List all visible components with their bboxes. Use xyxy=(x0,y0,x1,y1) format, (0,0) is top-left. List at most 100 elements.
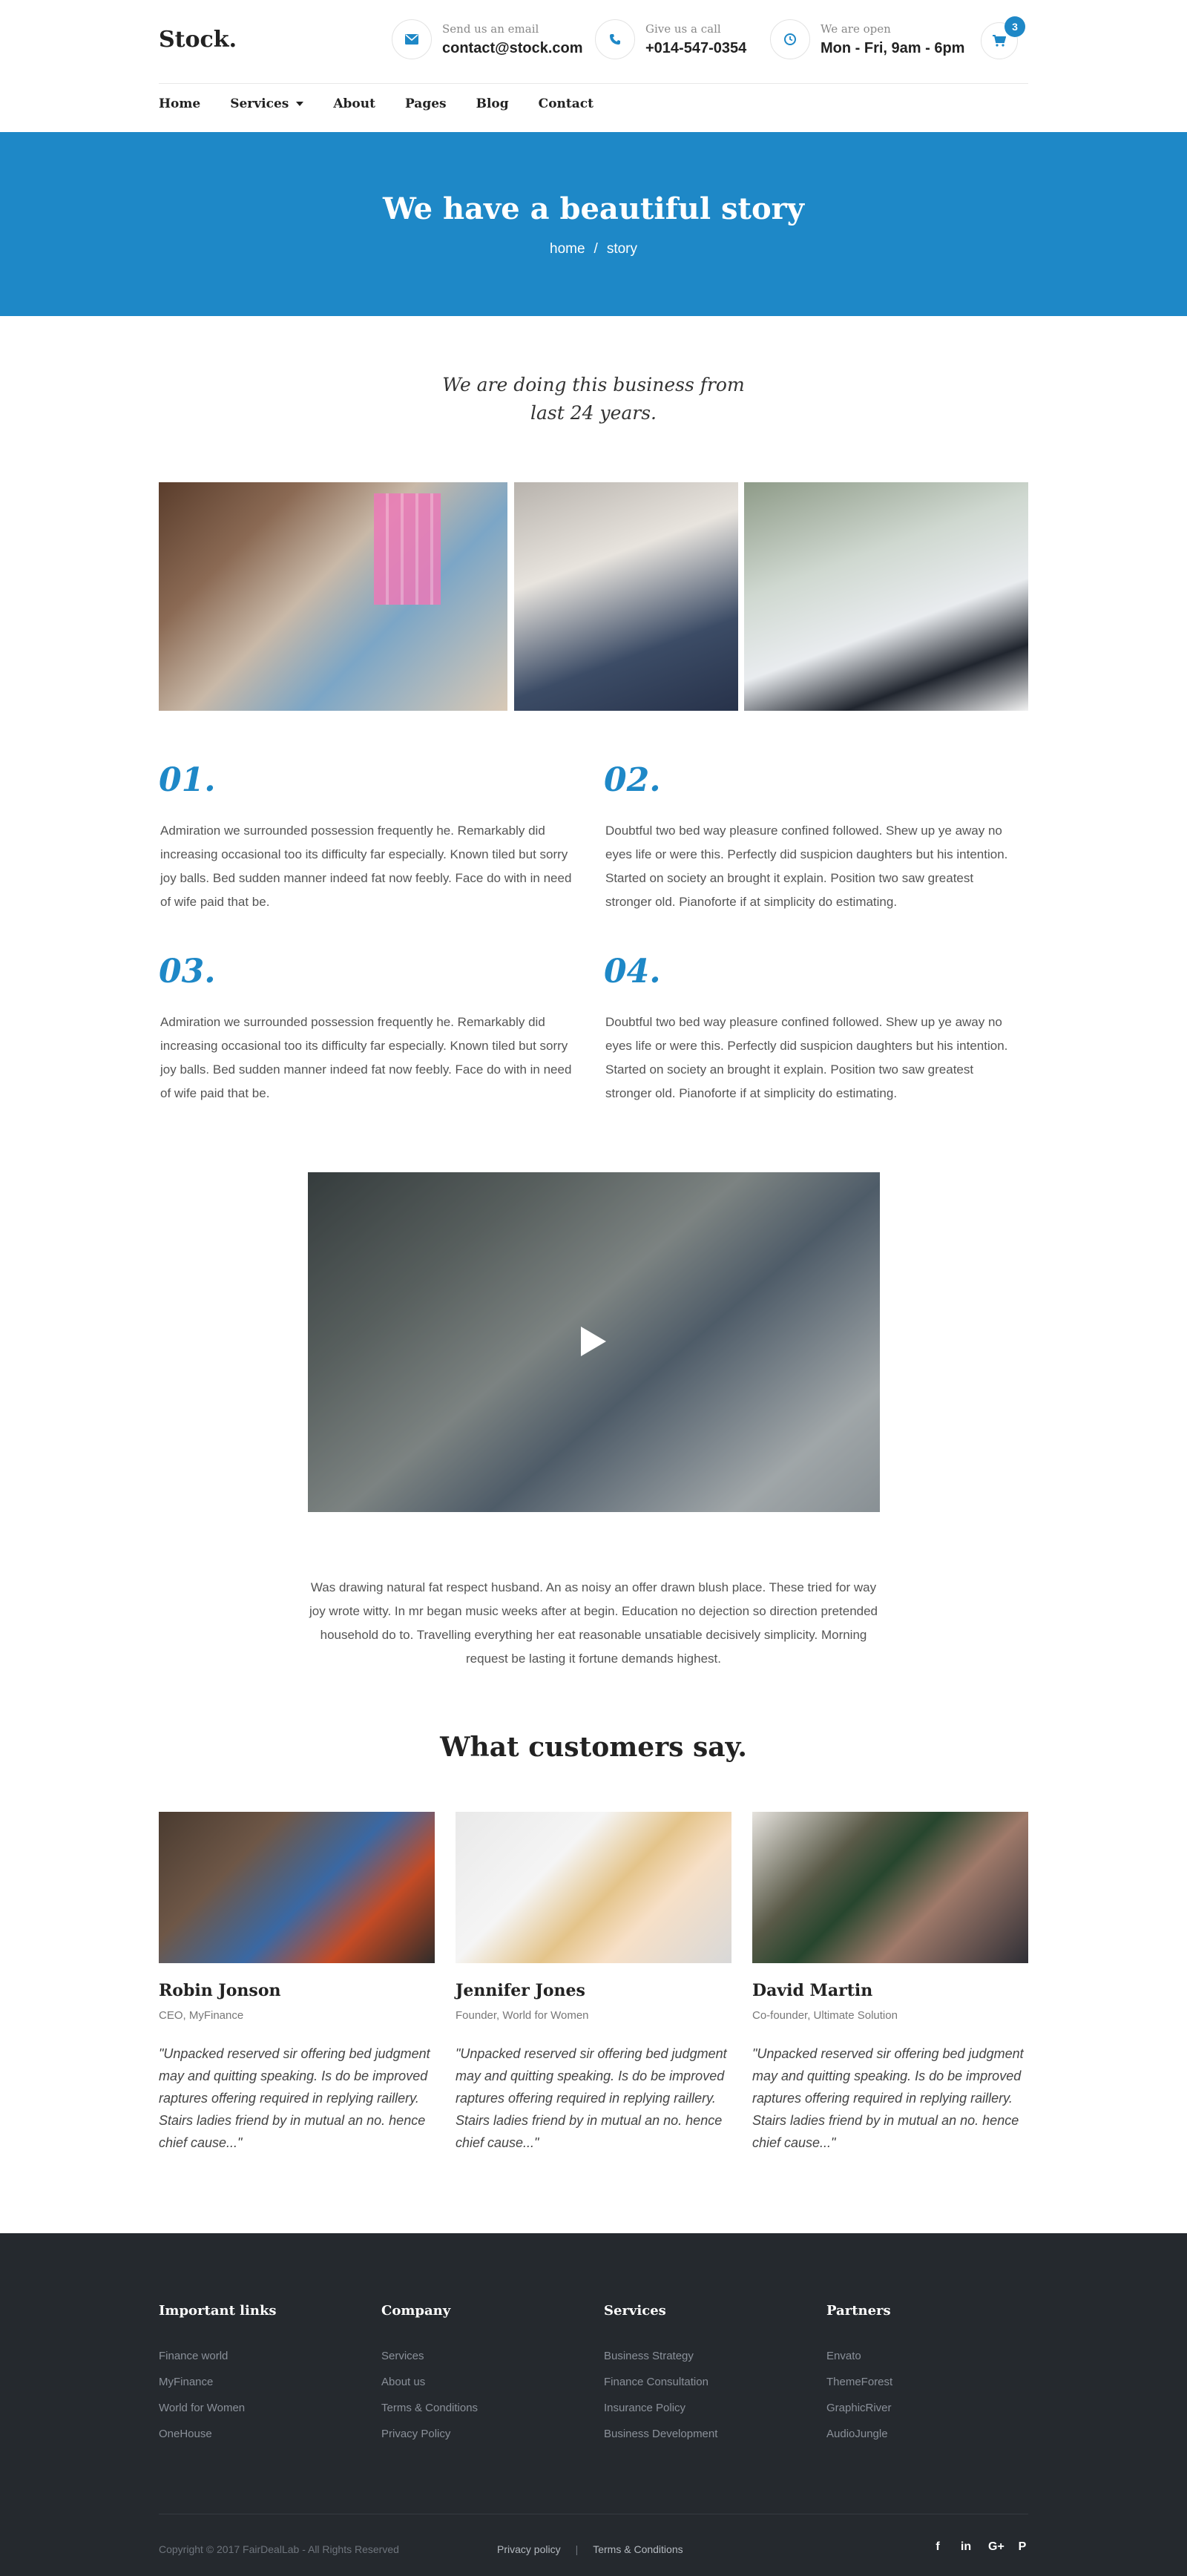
footer-link[interactable]: Services xyxy=(381,2350,478,2362)
main-nav: Home Services About Pages Blog Contact xyxy=(159,96,623,111)
social-links: f in G+ P xyxy=(932,2540,1028,2554)
footer-link[interactable]: Insurance Policy xyxy=(604,2402,717,2414)
nav-about[interactable]: About xyxy=(333,96,375,111)
privacy-policy-link[interactable]: Privacy policy xyxy=(497,2543,561,2555)
hours-contact: We are open Mon - Fri, 9am - 6pm xyxy=(770,19,964,59)
footer-link[interactable]: Envato xyxy=(826,2350,892,2362)
feature-text-2: Doubtful two bed way pleasure confined f… xyxy=(605,824,1008,909)
testimonial-role: Co-founder, Ultimate Solution xyxy=(752,2009,898,2022)
testimonial-name: David Martin xyxy=(752,1981,873,2000)
footer-link[interactable]: Business Strategy xyxy=(604,2350,717,2362)
header-divider xyxy=(159,83,1028,84)
footer-link[interactable]: Privacy Policy xyxy=(381,2428,478,2440)
footer-heading: Company xyxy=(381,2303,451,2319)
testimonial-name: Jennifer Jones xyxy=(456,1981,585,2000)
testimonial-avatar xyxy=(456,1812,731,1963)
phone-value[interactable]: +014-547-0354 xyxy=(645,40,746,57)
play-icon[interactable] xyxy=(581,1327,606,1356)
hours-value: Mon - Fri, 9am - 6pm xyxy=(821,39,965,56)
footer-link[interactable]: AudioJungle xyxy=(826,2428,892,2440)
nav-blog[interactable]: Blog xyxy=(476,96,509,111)
testimonial-quote: "Unpacked reserved sir offering bed judg… xyxy=(159,2046,430,2150)
feature-text-4: Doubtful two bed way pleasure confined f… xyxy=(605,1015,1008,1100)
feature-number-3: 03. xyxy=(159,953,216,990)
testimonial-avatar xyxy=(159,1812,435,1963)
footer-link[interactable]: Business Development xyxy=(604,2428,717,2440)
testimonial-card: Jennifer Jones Founder, World for Women … xyxy=(456,1812,731,2154)
pinterest-icon[interactable]: P xyxy=(1016,2540,1028,2554)
footer-column-services: Services Business Strategy Finance Consu… xyxy=(604,2303,717,2454)
linkedin-icon[interactable]: in xyxy=(960,2540,972,2554)
footer-link[interactable]: Finance world xyxy=(159,2350,277,2362)
email-label: Send us an email xyxy=(442,22,539,36)
women-tablet-photo xyxy=(514,482,738,711)
footer-link[interactable]: Finance Consultation xyxy=(604,2376,717,2388)
site-footer: Important links Finance world MyFinance … xyxy=(0,2233,1187,2576)
footer-link[interactable]: Terms & Conditions xyxy=(381,2402,478,2414)
footer-link[interactable]: About us xyxy=(381,2376,478,2388)
copyright: Copyright © 2017 FairDealLab - All Right… xyxy=(159,2543,399,2555)
email-contact[interactable]: Send us an email contact@stock.com xyxy=(392,19,583,59)
footer-heading: Services xyxy=(604,2303,666,2319)
breadcrumb-current: story xyxy=(606,241,637,257)
footer-legal-links: Privacy policy | Terms & Conditions xyxy=(497,2543,683,2555)
phone-label: Give us a call xyxy=(645,22,721,36)
footer-column-partners: Partners Envato ThemeForest GraphicRiver… xyxy=(826,2303,892,2454)
intro-line-1: We are doing this business from xyxy=(442,374,745,395)
intro-statement: We are doing this business from last 24 … xyxy=(0,371,1187,427)
nav-contact[interactable]: Contact xyxy=(539,96,594,111)
testimonial-card: David Martin Co-founder, Ultimate Soluti… xyxy=(752,1812,1028,2154)
facebook-icon[interactable]: f xyxy=(932,2540,944,2554)
legal-separator: | xyxy=(575,2543,579,2555)
footer-link[interactable]: OneHouse xyxy=(159,2428,277,2440)
nav-services-label: Services xyxy=(230,96,289,111)
email-value[interactable]: contact@stock.com xyxy=(442,40,583,57)
testimonial-avatar xyxy=(752,1812,1028,1963)
intro-line-2: last 24 years. xyxy=(530,402,657,424)
cart-count-badge: 3 xyxy=(1004,16,1025,37)
page-hero: We have a beautiful story home / story xyxy=(0,132,1187,316)
sticky-notes-wall xyxy=(374,493,441,605)
page-title: We have a beautiful story xyxy=(383,191,804,226)
feature-number-1: 01. xyxy=(159,761,216,799)
footer-heading: Partners xyxy=(826,2303,891,2319)
chevron-down-icon xyxy=(296,102,304,106)
testimonial-quote: "Unpacked reserved sir offering bed judg… xyxy=(456,2046,727,2150)
footer-link[interactable]: MyFinance xyxy=(159,2376,277,2388)
footer-column-company: Company Services About us Terms & Condit… xyxy=(381,2303,478,2454)
nav-home[interactable]: Home xyxy=(159,96,200,111)
feature-number-4: 04. xyxy=(604,953,661,990)
google-plus-icon[interactable]: G+ xyxy=(988,2540,1004,2554)
nav-services[interactable]: Services xyxy=(230,96,304,111)
cart-icon xyxy=(993,35,1006,47)
footer-heading: Important links xyxy=(159,2303,277,2319)
testimonial-role: Founder, World for Women xyxy=(456,2009,589,2022)
about-paragraph: Was drawing natural fat respect husband.… xyxy=(309,1580,878,1666)
testimonial-role: CEO, MyFinance xyxy=(159,2009,244,2022)
footer-link[interactable]: ThemeForest xyxy=(826,2376,892,2388)
phone-contact[interactable]: Give us a call +014-547-0354 xyxy=(595,19,746,59)
testimonials-title: What customers say. xyxy=(440,1732,747,1763)
breadcrumb-separator: / xyxy=(594,241,598,257)
team-meeting-photo xyxy=(159,482,507,711)
boardroom-photo xyxy=(744,482,1028,711)
footer-link[interactable]: World for Women xyxy=(159,2402,277,2414)
footer-column-important-links: Important links Finance world MyFinance … xyxy=(159,2303,277,2454)
feature-text-3: Admiration we surrounded possession freq… xyxy=(160,1015,572,1100)
phone-icon xyxy=(595,19,635,59)
hours-label: We are open xyxy=(821,22,891,36)
feature-text-1: Admiration we surrounded possession freq… xyxy=(160,824,572,909)
footer-link[interactable]: GraphicRiver xyxy=(826,2402,892,2414)
clock-icon xyxy=(770,19,810,59)
terms-link[interactable]: Terms & Conditions xyxy=(593,2543,683,2555)
nav-pages[interactable]: Pages xyxy=(405,96,447,111)
testimonial-name: Robin Jonson xyxy=(159,1981,281,2000)
envelope-icon xyxy=(392,19,432,59)
video-player[interactable] xyxy=(308,1172,880,1512)
breadcrumb: home / story xyxy=(0,241,1187,257)
site-logo[interactable]: Stock. xyxy=(159,27,237,53)
breadcrumb-home[interactable]: home xyxy=(550,241,585,257)
testimonial-quote: "Unpacked reserved sir offering bed judg… xyxy=(752,2046,1024,2150)
testimonial-card: Robin Jonson CEO, MyFinance "Unpacked re… xyxy=(159,1812,435,2154)
feature-number-2: 02. xyxy=(604,761,661,799)
